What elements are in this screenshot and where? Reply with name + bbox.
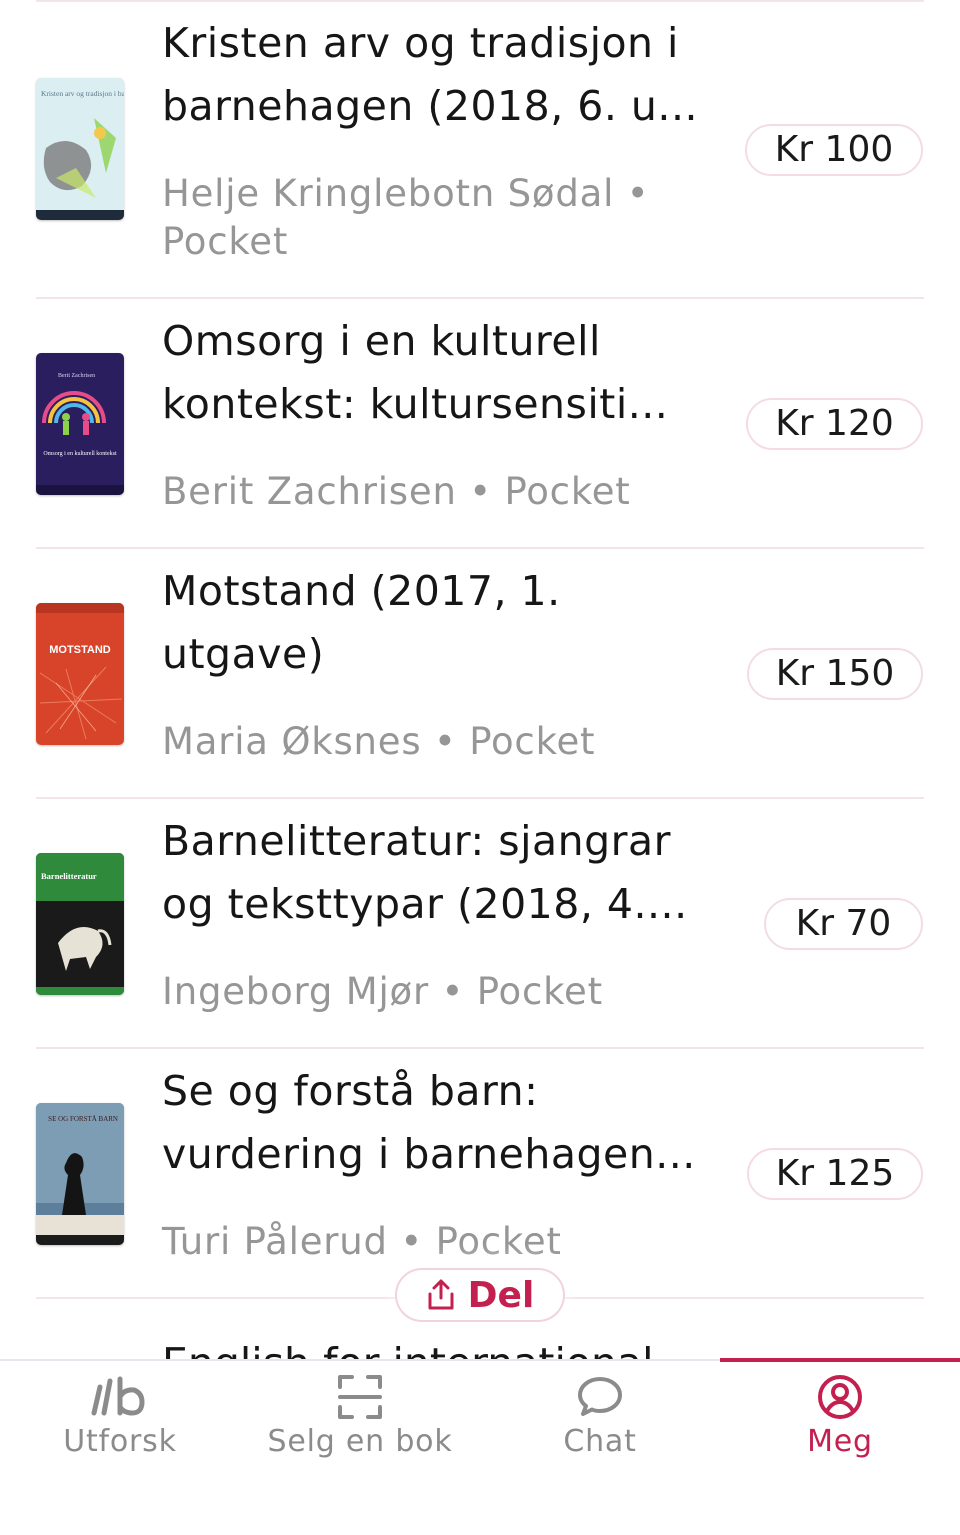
price-badge: Kr 150 (747, 648, 923, 700)
listing-format: Pocket (435, 1220, 562, 1263)
listing-meta: Helje Kringlebotn Sødal • Pocket (162, 172, 650, 263)
svg-text:SE OG FORSTÅ BARN: SE OG FORSTÅ BARN (48, 1115, 118, 1123)
listing-author: Helje Kringlebotn Sødal (162, 172, 615, 215)
svg-text:Berit Zachrisen: Berit Zachrisen (58, 373, 95, 379)
profile-icon (816, 1373, 864, 1421)
svg-text:MOTSTAND: MOTSTAND (49, 644, 111, 656)
listing-author: Maria Øksnes (162, 720, 422, 763)
listing-title: Se og forstå barn: vurdering i barnehage… (162, 1067, 696, 1178)
list-item[interactable]: Berit Zachrisen Omsorg i en kulturell ko… (0, 298, 960, 549)
nav-label: Utforsk (63, 1424, 177, 1459)
book-cover: Barnelitteratur (36, 853, 124, 995)
listing-format: Pocket (504, 470, 631, 513)
listing-meta: Berit Zachrisen • Pocket (162, 470, 631, 513)
listing-title: Motstand (2017, 1. utgave) (162, 567, 561, 678)
list-item[interactable]: SE OG FORSTÅ BARN Se og forstå barn: vur… (0, 1048, 960, 1299)
list-item[interactable]: Barnelitteratur Barnelitteratur: sjangra… (0, 798, 960, 1049)
list-item[interactable]: Kristen arv og tradisjon i barnehagen Kr… (0, 0, 960, 299)
book-cover: SE OG FORSTÅ BARN (36, 1103, 124, 1245)
listing-meta: Maria Øksnes • Pocket (162, 720, 596, 763)
nav-item-selg-en-bok[interactable]: Selg en bok (240, 1361, 480, 1535)
listing-author: Turi Pålerud (162, 1220, 388, 1263)
scan-icon (336, 1373, 384, 1421)
book-cover: Berit Zachrisen Omsorg i en kulturell ko… (36, 353, 124, 495)
book-cover: MOTSTAND (36, 603, 124, 745)
share-icon (426, 1278, 456, 1312)
svg-text:Omsorg i en kulturell kontekst: Omsorg i en kulturell kontekst (43, 451, 117, 457)
chat-icon (576, 1373, 624, 1421)
listing-format: Pocket (162, 220, 289, 263)
price-badge: Kr 125 (747, 1148, 923, 1200)
nav-item-chat[interactable]: Chat (480, 1361, 720, 1535)
svg-text:Kristen arv og tradisjon i bar: Kristen arv og tradisjon i barnehagen (41, 89, 124, 98)
nav-label: Selg en bok (267, 1424, 453, 1459)
svg-text:Barnelitteratur: Barnelitteratur (41, 871, 97, 881)
listing-author: Ingeborg Mjør (162, 970, 429, 1013)
listing-meta: Turi Pålerud • Pocket (162, 1220, 562, 1263)
nav-item-utforsk[interactable]: Utforsk (0, 1361, 240, 1535)
listing-title: Kristen arv og tradisjon i barnehagen (2… (162, 19, 699, 130)
price-badge: Kr 100 (745, 124, 923, 176)
listing-title: Barnelitteratur: sjangrar og teksttypar … (162, 817, 688, 928)
nav-item-meg[interactable]: Meg (720, 1361, 960, 1535)
share-label: Del (467, 1274, 535, 1316)
bottom-nav: Utforsk Selg en bok Chat Meg (0, 1358, 960, 1535)
explore-icon (91, 1373, 145, 1421)
nav-label: Meg (807, 1424, 873, 1459)
listing-title-partial: English for international (162, 1332, 653, 1360)
price-badge: Kr 70 (764, 898, 923, 950)
listing-format: Pocket (476, 970, 603, 1013)
listing-meta: Ingeborg Mjør • Pocket (162, 970, 603, 1013)
book-cover: Kristen arv og tradisjon i barnehagen (36, 78, 124, 220)
price-badge: Kr 120 (746, 398, 923, 450)
listing-title: Omsorg i en kulturell kontekst: kulturse… (162, 317, 669, 428)
listing-author: Berit Zachrisen (162, 470, 457, 513)
list-item[interactable]: MOTSTAND Motstand (2017, 1. utgave) Mari… (0, 548, 960, 799)
share-button[interactable]: Del (395, 1268, 565, 1322)
nav-label: Chat (563, 1424, 637, 1459)
listing-format: Pocket (469, 720, 596, 763)
listing-list: Kristen arv og tradisjon i barnehagen Kr… (0, 0, 960, 1360)
